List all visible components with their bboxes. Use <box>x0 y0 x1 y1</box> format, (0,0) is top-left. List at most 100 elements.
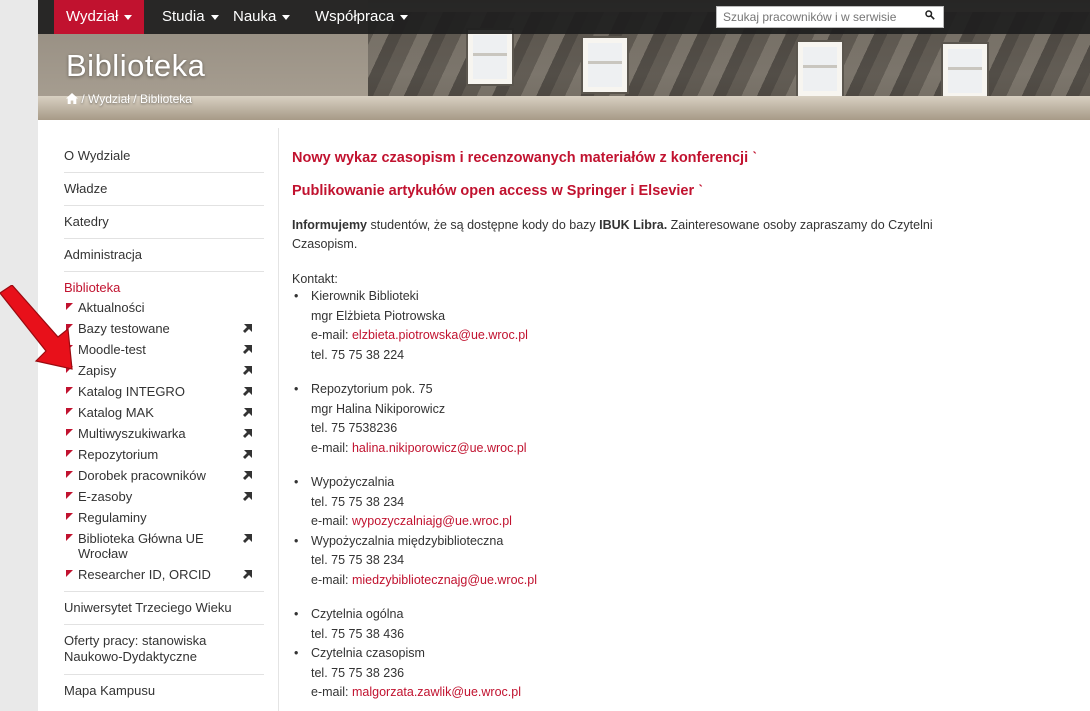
news-link-wykaz-czasopism[interactable]: Nowy wykaz czasopism i recenzowanych mat… <box>292 150 972 166</box>
sidebar-item-katedry[interactable]: Katedry <box>64 206 264 239</box>
sidebar-subitem[interactable]: Aktualności <box>64 297 264 318</box>
external-link-icon <box>243 492 252 501</box>
chevron-down-icon <box>124 14 133 20</box>
search-input[interactable] <box>717 7 919 27</box>
contact-email-line: e-mail: elzbieta.piotrowska@ue.wroc.pl <box>311 328 528 342</box>
red-arrow-annotation <box>0 285 73 370</box>
contact-line: Wypożyczalnia <box>311 475 395 489</box>
contact-line: Czytelnia czasopism <box>311 646 425 660</box>
contact-line: Kierownik Biblioteki <box>311 289 419 303</box>
external-link-icon <box>243 408 252 417</box>
triangle-bullet-icon <box>66 387 73 394</box>
sidebar-submenu: Aktualności Bazy testowane Moodle-test Zapi… <box>64 297 264 592</box>
contact-item: Czytelnia czasopism tel. 75 75 38 236 e-ma… <box>292 644 972 703</box>
contact-list: Kierownik Biblioteki mgr Elżbieta Piotrow… <box>292 287 972 703</box>
breadcrumb-wydzial[interactable]: Wydział <box>88 92 130 106</box>
contact-item: Kierownik Biblioteki mgr Elżbieta Piotrow… <box>292 287 972 365</box>
contact-item: Repozytorium pok. 75 mgr Halina Nikiporow… <box>292 380 972 458</box>
nav-nauka[interactable]: Nauka <box>221 0 302 34</box>
external-link-icon <box>243 345 252 354</box>
sidebar-menu: O Wydziale Władze Katedry Administracja … <box>64 140 264 707</box>
sidebar-subitem[interactable]: Repozytorium <box>64 444 264 465</box>
contact-line: tel. 75 75 38 224 <box>311 347 405 362</box>
sidebar-subitem[interactable]: Researcher ID, ORCID <box>64 564 264 585</box>
sidebar-subitem-label: Biblioteka Główna UE Wrocław <box>78 531 204 561</box>
search-box <box>716 6 944 28</box>
contact-line: mgr Elżbieta Piotrowska <box>311 308 446 323</box>
triangle-bullet-icon <box>66 408 73 415</box>
sidebar-subitem-label: Multiwyszukiwarka <box>78 426 186 441</box>
sidebar-subitem[interactable]: Bazy testowane <box>64 318 264 339</box>
sidebar-item-mapa-kampusu[interactable]: Mapa Kampusu <box>64 675 264 707</box>
sidebar-subitem[interactable]: Biblioteka Główna UE Wrocław <box>64 528 264 564</box>
contact-line: Wypożyczalnia międzybiblioteczna <box>311 533 504 548</box>
breadcrumb-biblioteka: Biblioteka <box>139 92 192 106</box>
sidebar-item-o-wydziale[interactable]: O Wydziale <box>64 140 264 173</box>
contact-line: Czytelnia ogólna <box>311 607 404 621</box>
sidebar-subitem[interactable]: Multiwyszukiwarka <box>64 423 264 444</box>
sidebar-subitem-label: Researcher ID, ORCID <box>78 567 211 582</box>
nav-wspolpraca[interactable]: Współpraca <box>303 0 420 34</box>
chevron-down-icon <box>400 14 409 20</box>
external-link-icon <box>243 534 252 543</box>
sidebar-subitem-label: Katalog INTEGRO <box>78 384 185 399</box>
email-link[interactable]: miedzybibliotecznajg@ue.wroc.pl <box>352 573 537 587</box>
email-link[interactable]: halina.nikiporowicz@ue.wroc.pl <box>352 441 527 455</box>
email-link[interactable]: malgorzata.zawlik@ue.wroc.pl <box>352 685 521 699</box>
contact-line: tel. 75 75 38 236 <box>311 665 405 680</box>
contact-label: Kontakt: <box>292 272 338 286</box>
contact-item: Wypożyczalnia międzybiblioteczna tel. 75 … <box>292 532 972 591</box>
chevron-down-icon <box>210 14 219 20</box>
contact-item: Czytelnia ogólna tel. 75 75 38 436 <box>292 605 972 644</box>
news-link-open-access[interactable]: Publikowanie artykułów open access w Spr… <box>292 183 972 199</box>
external-link-icon <box>243 429 252 438</box>
sidebar-subitem-label: Regulaminy <box>78 510 147 525</box>
sidebar-subitem[interactable]: Regulaminy <box>64 507 264 528</box>
external-link-icon <box>243 450 252 459</box>
sidebar-subitem[interactable]: E-zasoby <box>64 486 264 507</box>
sidebar-subitem[interactable]: Dorobek pracowników <box>64 465 264 486</box>
contact-line: tel. 75 75 38 234 <box>311 494 405 509</box>
search-icon[interactable] <box>925 10 935 20</box>
browser-page: Wydział Studia Nauka Współpraca Bibliote… <box>38 0 1090 711</box>
header-banner: Wydział Studia Nauka Współpraca Bibliote… <box>38 0 1090 120</box>
sidebar-subitem-label: Dorobek pracowników <box>78 468 206 483</box>
external-link-icon <box>243 387 252 396</box>
sidebar-subitem-label: Repozytorium <box>78 447 159 462</box>
sidebar-subitem[interactable]: Katalog MAK <box>64 402 264 423</box>
nav-studia[interactable]: Studia <box>150 0 231 34</box>
nav-wydzial[interactable]: Wydział <box>54 0 145 34</box>
contact-line: Repozytorium pok. 75 <box>311 382 433 396</box>
triangle-bullet-icon <box>66 513 73 520</box>
contact-item: Wypożyczalnia tel. 75 75 38 234 e-mail: wy… <box>292 473 972 532</box>
sidebar-item-utw[interactable]: Uniwersytet Trzeciego Wieku <box>64 592 264 625</box>
sidebar-item-biblioteka[interactable]: Biblioteka <box>64 272 264 297</box>
sidebar-item-oferty-pracy[interactable]: Oferty pracy: stanowiska Naukowo-Dydakty… <box>64 625 264 675</box>
contact-email-line: e-mail: wypozyczalniajg@ue.wroc.pl <box>311 514 512 528</box>
sidebar-subitem-label: Moodle-test <box>78 342 146 357</box>
triangle-bullet-icon <box>66 429 73 436</box>
sidebar-subitem[interactable]: Zapisy <box>64 360 264 381</box>
sidebar-item-administracja[interactable]: Administracja <box>64 239 264 272</box>
sidebar-subitem[interactable]: Katalog INTEGRO <box>64 381 264 402</box>
triangle-bullet-icon <box>66 471 73 478</box>
top-navigation: Wydział Studia Nauka Współpraca <box>38 0 1090 34</box>
breadcrumb: / Wydział / Biblioteka <box>66 92 192 106</box>
external-link-icon: ˋ <box>752 150 757 166</box>
contact-email-line: e-mail: halina.nikiporowicz@ue.wroc.pl <box>311 440 527 455</box>
home-icon[interactable] <box>66 93 78 104</box>
sidebar-subitem-label: Bazy testowane <box>78 321 170 336</box>
page-title: Biblioteka <box>66 48 206 83</box>
sidebar-item-wladze[interactable]: Władze <box>64 173 264 206</box>
triangle-bullet-icon <box>66 492 73 499</box>
sidebar-subitem[interactable]: Moodle-test <box>64 339 264 360</box>
contact-line: mgr Halina Nikiporowicz <box>311 401 446 416</box>
sidebar-subitem-label: Katalog MAK <box>78 405 154 420</box>
external-link-icon <box>243 324 252 333</box>
contact-line: tel. 75 75 38 436 <box>311 626 405 641</box>
main-content: Nowy wykaz czasopism i recenzowanych mat… <box>292 150 972 703</box>
email-link[interactable]: elzbieta.piotrowska@ue.wroc.pl <box>352 328 528 342</box>
external-link-icon <box>243 471 252 480</box>
chevron-down-icon <box>282 14 291 20</box>
email-link[interactable]: wypozyczalniajg@ue.wroc.pl <box>352 514 512 528</box>
